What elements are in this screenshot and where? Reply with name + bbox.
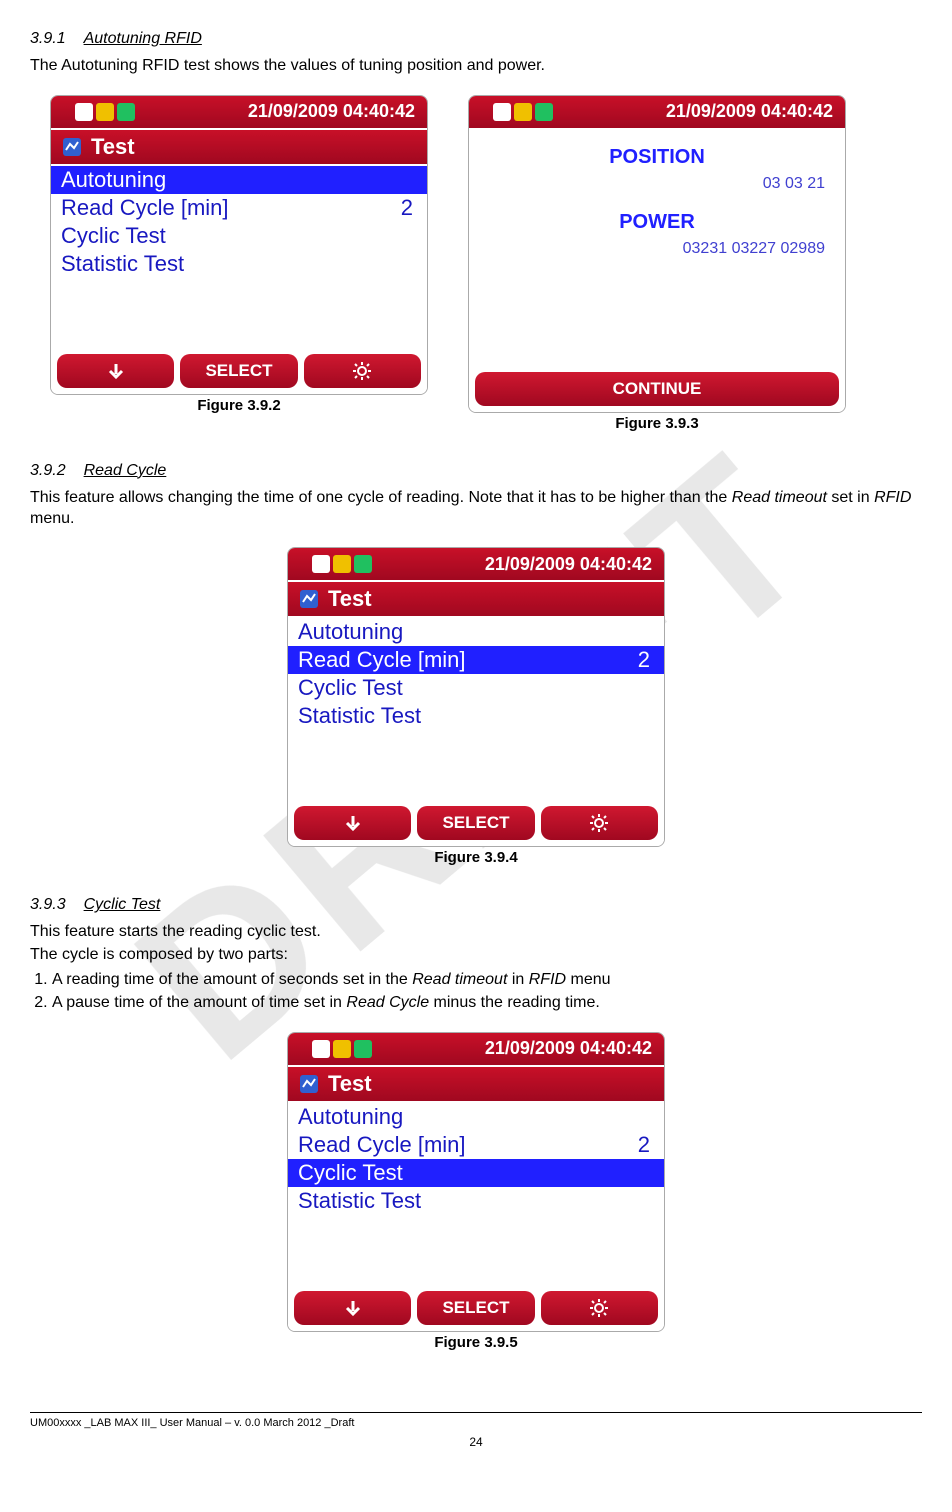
menu-item-autotuning[interactable]: Autotuning <box>288 618 664 646</box>
figure-392: 21/09/2009 04:40:42 Test Autotuning Read… <box>50 95 428 432</box>
test-icon <box>61 136 83 158</box>
status-bar: 21/09/2009 04:40:42 <box>51 96 427 128</box>
menu-item-statistictest[interactable]: Statistic Test <box>288 1187 664 1215</box>
figure-395: 21/09/2009 04:40:42 Test Autotuning Read… <box>287 1032 665 1351</box>
section-heading-392: 3.9.2Read Cycle <box>30 462 922 480</box>
status-icon-battery <box>333 555 351 573</box>
status-datetime: 21/09/2009 04:40:42 <box>569 101 839 122</box>
menu-item-statistictest[interactable]: Statistic Test <box>51 250 427 278</box>
section-heading-391: 3.9.1Autotuning RFID <box>30 30 922 48</box>
menu-item-cyclictest[interactable]: Cyclic Test <box>288 674 664 702</box>
list-item: A reading time of the amount of seconds … <box>52 970 922 991</box>
status-icon-battery <box>333 1040 351 1058</box>
figure-caption: Figure 3.9.2 <box>50 397 428 414</box>
figure-393: 21/09/2009 04:40:42 POSITION 03 03 21 PO… <box>468 95 846 432</box>
menu-item-readcycle[interactable]: Read Cycle [min]2 <box>51 194 427 222</box>
menu-item-cyclictest[interactable]: Cyclic Test <box>51 222 427 250</box>
screen-title: Test <box>288 580 664 616</box>
status-icon-alert <box>312 555 330 573</box>
footer-text: UM00xxxx _LAB MAX III_ User Manual – v. … <box>30 1417 354 1429</box>
menu-list: Autotuning Read Cycle [min]2 Cyclic Test… <box>51 164 427 348</box>
status-icon-alert <box>75 103 93 121</box>
status-icon-battery <box>96 103 114 121</box>
list-item: A pause time of the amount of time set i… <box>52 993 922 1014</box>
softkey-settings[interactable] <box>541 1291 658 1325</box>
result-content: POSITION 03 03 21 POWER 03231 03227 0298… <box>469 128 845 366</box>
figure-caption: Figure 3.9.5 <box>287 1334 665 1351</box>
power-label: POWER <box>483 211 831 234</box>
menu-list: Autotuning Read Cycle [min]2 Cyclic Test… <box>288 616 664 800</box>
status-datetime: 21/09/2009 04:40:42 <box>388 554 658 575</box>
section-text-393: This feature starts the reading cyclic t… <box>30 922 922 943</box>
status-icon-signal <box>535 103 553 121</box>
status-bar: 21/09/2009 04:40:42 <box>469 96 845 128</box>
figure-caption: Figure 3.9.4 <box>287 849 665 866</box>
power-value: 03231 03227 02989 <box>483 240 831 258</box>
menu-item-readcycle[interactable]: Read Cycle [min]2 <box>288 646 664 674</box>
position-value: 03 03 21 <box>483 175 831 193</box>
softkey-continue[interactable]: CONTINUE <box>475 372 839 406</box>
menu-item-statistictest[interactable]: Statistic Test <box>288 702 664 730</box>
section-text-392: This feature allows changing the time of… <box>30 488 922 530</box>
position-label: POSITION <box>483 146 831 169</box>
softkey-bar: SELECT <box>288 800 664 846</box>
status-icon-alert <box>312 1040 330 1058</box>
screen-title: Test <box>288 1065 664 1101</box>
test-icon <box>298 588 320 610</box>
softkey-settings[interactable] <box>304 354 421 388</box>
menu-item-autotuning[interactable]: Autotuning <box>51 166 427 194</box>
cyclic-steps-list: A reading time of the amount of seconds … <box>30 970 922 1014</box>
status-datetime: 21/09/2009 04:40:42 <box>151 101 421 122</box>
status-icon-signal <box>354 1040 372 1058</box>
menu-list: Autotuning Read Cycle [min]2 Cyclic Test… <box>288 1101 664 1285</box>
softkey-settings[interactable] <box>541 806 658 840</box>
status-icon-signal <box>354 555 372 573</box>
status-icon-signal <box>117 103 135 121</box>
softkey-down[interactable] <box>294 1291 411 1325</box>
arrow-down-icon <box>106 361 126 381</box>
gear-icon <box>589 1298 609 1318</box>
softkey-bar: SELECT <box>288 1285 664 1331</box>
softkey-down[interactable] <box>294 806 411 840</box>
softkey-select[interactable]: SELECT <box>417 1291 534 1325</box>
figure-caption: Figure 3.9.3 <box>468 415 846 432</box>
softkey-down[interactable] <box>57 354 174 388</box>
status-icon-battery <box>514 103 532 121</box>
softkey-select[interactable]: SELECT <box>417 806 534 840</box>
gear-icon <box>352 361 372 381</box>
arrow-down-icon <box>343 1298 363 1318</box>
arrow-down-icon <box>343 813 363 833</box>
page-footer: UM00xxxx _LAB MAX III_ User Manual – v. … <box>30 1412 922 1449</box>
menu-item-autotuning[interactable]: Autotuning <box>288 1103 664 1131</box>
section-heading-393: 3.9.3Cyclic Test <box>30 896 922 914</box>
softkey-bar: SELECT <box>51 348 427 394</box>
menu-item-readcycle[interactable]: Read Cycle [min]2 <box>288 1131 664 1159</box>
test-icon <box>298 1073 320 1095</box>
screen-title: Test <box>51 128 427 164</box>
section-text-391: The Autotuning RFID test shows the value… <box>30 56 922 77</box>
softkey-bar: CONTINUE <box>469 366 845 412</box>
section-text-393b: The cycle is composed by two parts: <box>30 945 922 966</box>
page-number: 24 <box>30 1435 922 1449</box>
softkey-select[interactable]: SELECT <box>180 354 297 388</box>
gear-icon <box>589 813 609 833</box>
status-icon-alert <box>493 103 511 121</box>
status-bar: 21/09/2009 04:40:42 <box>288 548 664 580</box>
figure-394: 21/09/2009 04:40:42 Test Autotuning Read… <box>287 547 665 866</box>
menu-item-cyclictest[interactable]: Cyclic Test <box>288 1159 664 1187</box>
status-bar: 21/09/2009 04:40:42 <box>288 1033 664 1065</box>
status-datetime: 21/09/2009 04:40:42 <box>388 1038 658 1059</box>
